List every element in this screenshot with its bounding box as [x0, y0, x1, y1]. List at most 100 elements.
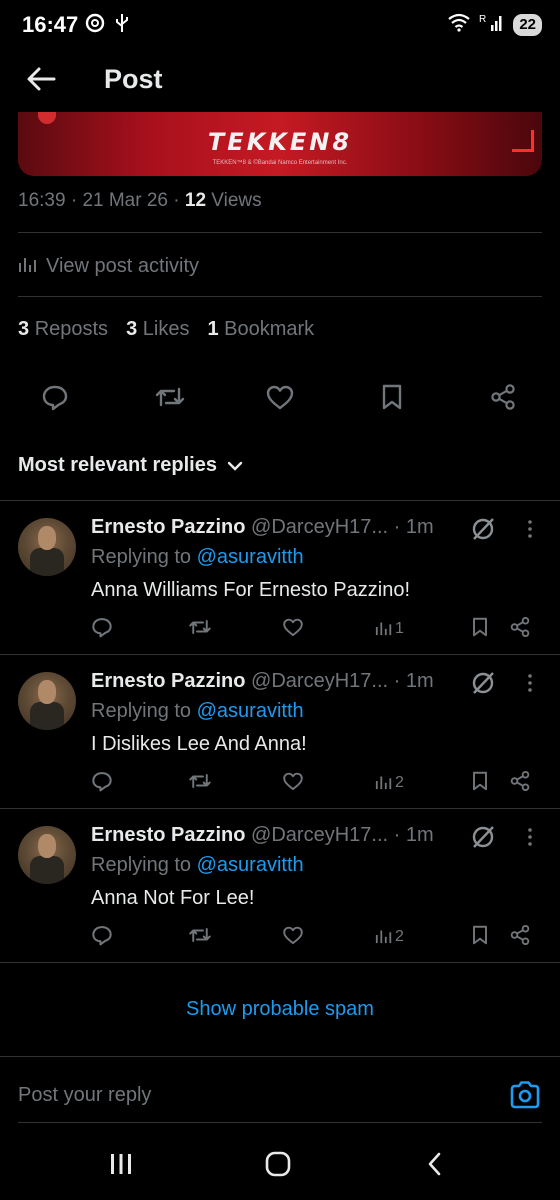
view-post-activity-link[interactable]: View post activity	[18, 254, 199, 278]
repost-icon	[188, 770, 212, 797]
views-button[interactable]: 1	[375, 616, 404, 642]
wifi-icon	[447, 12, 471, 37]
reply-button[interactable]	[91, 924, 113, 950]
likes-stat[interactable]: 3 Likes	[126, 318, 189, 341]
bar-chart-icon	[375, 772, 393, 795]
reply-item[interactable]: Ernesto Pazzino @DarceyH17... · 1m Reply…	[0, 656, 560, 810]
reply-composer[interactable]: Post your reply	[0, 1058, 560, 1124]
camera-button[interactable]	[508, 1078, 542, 1112]
comment-icon	[42, 385, 68, 411]
views-count: 1	[395, 620, 404, 637]
sort-replies-dropdown[interactable]: Most relevant replies	[18, 454, 243, 477]
home-button[interactable]	[258, 1150, 298, 1178]
share-button[interactable]	[509, 770, 531, 796]
grok-icon	[472, 672, 494, 694]
post-stats: 3 Reposts 3 Likes 1 Bookmark	[18, 318, 314, 341]
header: Post	[0, 50, 560, 112]
author-name[interactable]: Ernesto Pazzino	[91, 670, 245, 692]
bookmark-button[interactable]	[471, 616, 489, 642]
share-button[interactable]	[481, 375, 525, 419]
views-count: 12	[184, 190, 207, 211]
page-title: Post	[104, 64, 163, 94]
replying-to-handle[interactable]: @asuravitth	[197, 854, 304, 876]
avatar[interactable]	[18, 826, 76, 884]
views-button[interactable]: 2	[375, 770, 404, 796]
views-button[interactable]: 2	[375, 924, 404, 950]
author-name[interactable]: Ernesto Pazzino	[91, 824, 245, 846]
post-media-image[interactable]: TEKKEN8 TEKKEN™8 & ©Bandai Namco Enterta…	[18, 112, 542, 176]
like-button[interactable]	[258, 375, 302, 419]
signal-icon: R	[479, 12, 505, 37]
like-button[interactable]	[282, 770, 304, 796]
svg-text:R: R	[479, 14, 486, 25]
replying-to-handle[interactable]: @asuravitth	[197, 700, 304, 722]
comment-icon	[91, 616, 113, 643]
share-icon	[509, 924, 531, 951]
like-button[interactable]	[282, 924, 304, 950]
grok-button[interactable]	[470, 516, 496, 542]
bookmark-icon	[471, 770, 489, 797]
recents-icon	[111, 1154, 131, 1174]
more-options-button[interactable]	[522, 518, 538, 540]
reply-item[interactable]: Ernesto Pazzino @DarceyH17... · 1m Reply…	[0, 810, 560, 964]
reply-button[interactable]	[91, 616, 113, 642]
post-date: 21 Mar 26	[82, 190, 168, 211]
back-button[interactable]	[24, 62, 58, 96]
reply-text: Anna Williams For Ernesto Pazzino!	[91, 579, 411, 601]
author-handle[interactable]: @DarceyH17...	[251, 516, 388, 538]
reply-time: · 1m	[393, 516, 434, 538]
reply-button[interactable]	[91, 770, 113, 796]
replying-to-handle[interactable]: @asuravitth	[197, 546, 304, 568]
replying-to: Replying to @asuravitth	[91, 546, 304, 569]
tekken-logo: TEKKEN8	[207, 128, 353, 156]
system-back-button[interactable]	[415, 1150, 455, 1178]
share-icon	[491, 384, 515, 410]
share-button[interactable]	[509, 616, 531, 642]
repost-button[interactable]	[188, 616, 212, 642]
views-count: 2	[395, 774, 404, 791]
recent-apps-button[interactable]	[101, 1150, 141, 1178]
arrow-left-icon	[27, 67, 56, 91]
replying-to: Replying to @asuravitth	[91, 700, 304, 723]
repost-button[interactable]	[188, 924, 212, 950]
usb-icon	[114, 12, 130, 39]
reply-time: · 1m	[393, 670, 434, 692]
post-action-bar	[0, 375, 560, 419]
reply-text: I Dislikes Lee And Anna!	[91, 733, 307, 755]
reply-button[interactable]	[33, 375, 77, 419]
reposts-stat[interactable]: 3 Reposts	[18, 318, 108, 341]
repost-button[interactable]	[148, 375, 192, 419]
author-handle[interactable]: @DarceyH17...	[251, 670, 388, 692]
author-name[interactable]: Ernesto Pazzino	[91, 516, 245, 538]
bookmark-icon	[471, 924, 489, 951]
bookmarks-stat[interactable]: 1 Bookmark	[207, 318, 314, 341]
views-label: Views	[211, 190, 262, 211]
show-probable-spam-link[interactable]: Show probable spam	[0, 998, 560, 1021]
heart-icon	[266, 385, 294, 410]
avatar[interactable]	[18, 518, 76, 576]
heart-icon	[282, 770, 304, 797]
like-button[interactable]	[282, 616, 304, 642]
grok-button[interactable]	[470, 670, 496, 696]
author-handle[interactable]: @DarceyH17...	[251, 824, 388, 846]
system-nav-bar	[0, 1126, 560, 1200]
reply-input[interactable]: Post your reply	[18, 1084, 151, 1107]
views-count: 2	[395, 928, 404, 945]
reply-item[interactable]: Ernesto Pazzino @DarceyH17... · 1m Reply…	[0, 502, 560, 656]
bookmark-button[interactable]	[370, 375, 414, 419]
post-meta: 16:39 · 21 Mar 26 · 12 Views	[18, 190, 262, 211]
reply-author-line: Ernesto Pazzino @DarceyH17... · 1m	[91, 516, 434, 539]
share-icon	[509, 770, 531, 797]
bookmark-icon	[382, 384, 402, 410]
repost-button[interactable]	[188, 770, 212, 796]
more-options-button[interactable]	[522, 826, 538, 848]
more-vertical-icon	[528, 520, 532, 538]
more-options-button[interactable]	[522, 672, 538, 694]
bookmark-button[interactable]	[471, 924, 489, 950]
bar-chart-icon	[375, 618, 393, 641]
grok-button[interactable]	[470, 824, 496, 850]
bookmark-button[interactable]	[471, 770, 489, 796]
avatar[interactable]	[18, 672, 76, 730]
share-button[interactable]	[509, 924, 531, 950]
reply-text: Anna Not For Lee!	[91, 887, 255, 909]
